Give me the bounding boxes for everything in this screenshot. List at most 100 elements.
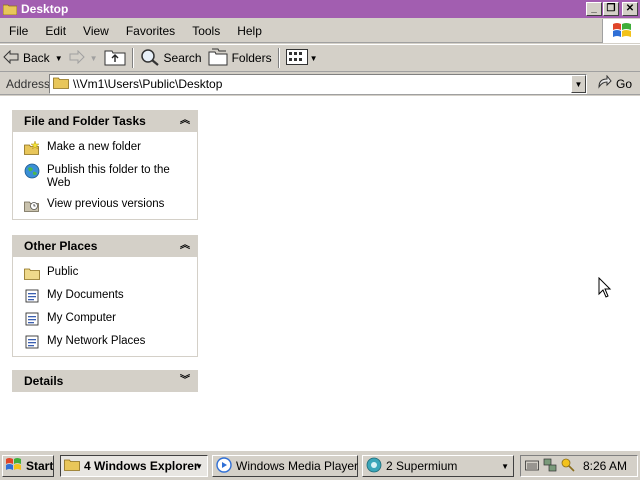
menu-favorites[interactable]: Favorites <box>117 24 183 38</box>
network-icon <box>23 334 41 350</box>
task-label: 4 Windows Explorer <box>84 459 199 473</box>
back-dropdown-icon[interactable]: ▼ <box>55 54 63 63</box>
task-view-previous-versions[interactable]: View previous versions <box>23 197 193 213</box>
maximize-button[interactable]: ❐ <box>603 2 619 16</box>
collapse-chevron-icon[interactable]: ︽ <box>180 116 190 126</box>
panel-title: Other Places <box>24 239 98 253</box>
folder-icon <box>64 458 80 474</box>
details-panel: Details ︾ <box>12 370 198 392</box>
menu-view[interactable]: View <box>74 24 117 38</box>
task-make-new-folder[interactable]: Make a new folder <box>23 140 193 156</box>
close-button[interactable]: ✕ <box>622 2 638 16</box>
file-folder-tasks-panel: File and Folder Tasks ︽ Make a new folde… <box>12 110 198 220</box>
address-dropdown-button[interactable]: ▼ <box>571 75 586 93</box>
clock[interactable]: 8:26 AM <box>583 459 627 473</box>
views-dropdown-icon[interactable]: ▼ <box>310 54 318 63</box>
folder-icon <box>53 76 69 92</box>
task-dropdown-icon[interactable]: ▼ <box>501 462 509 471</box>
back-label: Back <box>23 51 50 65</box>
task-label: Publish this folder to the Web <box>47 164 170 189</box>
title-bar[interactable]: Desktop _ ❐ ✕ <box>0 0 640 18</box>
go-arrow-icon <box>596 74 612 92</box>
forward-dropdown-icon[interactable]: ▼ <box>90 54 98 63</box>
taskbar-windows-media-player[interactable]: Windows Media Player <box>212 455 358 477</box>
back-button[interactable]: Back ▼ <box>0 47 66 69</box>
collapse-chevron-icon[interactable]: ︽ <box>180 241 190 251</box>
search-button[interactable]: Search <box>137 47 205 69</box>
up-folder-button[interactable] <box>101 47 129 69</box>
task-label: Make a new folder <box>47 141 141 153</box>
globe-icon <box>23 163 41 179</box>
task-label: View previous versions <box>47 198 165 210</box>
windows-logo-icon <box>602 19 640 43</box>
place-label: My Network Places <box>47 335 146 347</box>
file-folder-tasks-body: Make a new folder Publish this folder to… <box>12 132 198 220</box>
forward-button[interactable]: ▼ <box>66 47 101 69</box>
search-icon <box>140 48 160 69</box>
start-button[interactable]: Start <box>2 455 54 477</box>
back-arrow-icon <box>3 49 19 67</box>
menu-edit[interactable]: Edit <box>36 24 74 38</box>
folders-icon <box>208 48 228 69</box>
menu-bar: File Edit View Favorites Tools Help <box>0 19 640 43</box>
address-value[interactable]: \\Vm1\Users\Public\Desktop <box>73 77 222 91</box>
documents-icon <box>23 288 41 304</box>
new-folder-icon <box>23 140 41 156</box>
network-tray-icon[interactable] <box>543 458 557 475</box>
task-label: 2 Supermium <box>386 459 458 473</box>
taskbar-windows-explorer[interactable]: 4 Windows Explorer ▼ <box>60 455 208 477</box>
address-input[interactable]: \\Vm1\Users\Public\Desktop ▼ <box>49 74 587 94</box>
views-icon <box>285 48 308 68</box>
security-key-icon[interactable] <box>561 458 575 475</box>
minimize-button[interactable]: _ <box>586 2 602 16</box>
supermium-icon <box>366 457 382 476</box>
task-publish-to-web[interactable]: Publish this folder to the Web <box>23 163 193 190</box>
place-my-network-places[interactable]: My Network Places <box>23 334 193 350</box>
other-places-panel: Other Places ︽ Public My Documents My Co… <box>12 235 198 357</box>
go-button[interactable]: Go <box>596 74 632 92</box>
file-folder-tasks-header[interactable]: File and Folder Tasks ︽ <box>12 110 198 132</box>
place-my-documents[interactable]: My Documents <box>23 288 193 304</box>
address-label: Address <box>6 76 51 91</box>
panel-title: File and Folder Tasks <box>24 114 146 128</box>
content-area[interactable]: File and Folder Tasks ︽ Make a new folde… <box>0 96 640 450</box>
task-dropdown-icon[interactable]: ▼ <box>195 462 203 471</box>
folder-icon <box>3 3 17 15</box>
window-title: Desktop <box>21 2 69 16</box>
other-places-header[interactable]: Other Places ︽ <box>12 235 198 257</box>
toolbar-separator <box>277 48 280 68</box>
expand-chevron-icon[interactable]: ︾ <box>180 376 190 386</box>
menu-tools[interactable]: Tools <box>183 24 228 38</box>
place-public[interactable]: Public <box>23 265 193 281</box>
search-label: Search <box>163 51 202 65</box>
other-places-body: Public My Documents My Computer My Netwo… <box>12 257 198 357</box>
place-label: My Documents <box>47 289 124 301</box>
details-header[interactable]: Details ︾ <box>12 370 198 392</box>
toolbar-separator <box>131 48 134 68</box>
start-label: Start <box>26 459 54 473</box>
toolbar: Back ▼ ▼ Search Folders ▼ <box>0 44 640 72</box>
task-label: Windows Media Player <box>236 459 359 473</box>
place-label: My Computer <box>47 312 117 324</box>
up-folder-icon <box>104 48 126 69</box>
folders-button[interactable]: Folders <box>205 47 275 69</box>
place-label: Public <box>47 266 79 278</box>
menu-file[interactable]: File <box>0 24 36 38</box>
forward-arrow-icon <box>69 49 85 67</box>
keyboard-icon[interactable] <box>525 459 539 474</box>
media-player-icon <box>216 456 232 476</box>
folders-label: Folders <box>231 51 272 65</box>
windows-logo-icon <box>5 457 23 476</box>
taskbar: Start 4 Windows Explorer ▼ Windows Media… <box>0 450 640 480</box>
computer-icon <box>23 311 41 327</box>
system-tray: 8:26 AM <box>520 455 638 477</box>
folder-icon <box>23 265 41 281</box>
menu-help[interactable]: Help <box>228 24 270 38</box>
mouse-cursor-icon <box>598 276 612 302</box>
previous-versions-icon <box>23 197 41 213</box>
panel-title: Details <box>24 374 64 388</box>
views-button[interactable]: ▼ <box>283 47 321 69</box>
place-my-computer[interactable]: My Computer <box>23 311 193 327</box>
address-bar: Address \\Vm1\Users\Public\Desktop ▼ Go <box>0 73 640 95</box>
taskbar-supermium[interactable]: 2 Supermium ▼ <box>362 455 514 477</box>
